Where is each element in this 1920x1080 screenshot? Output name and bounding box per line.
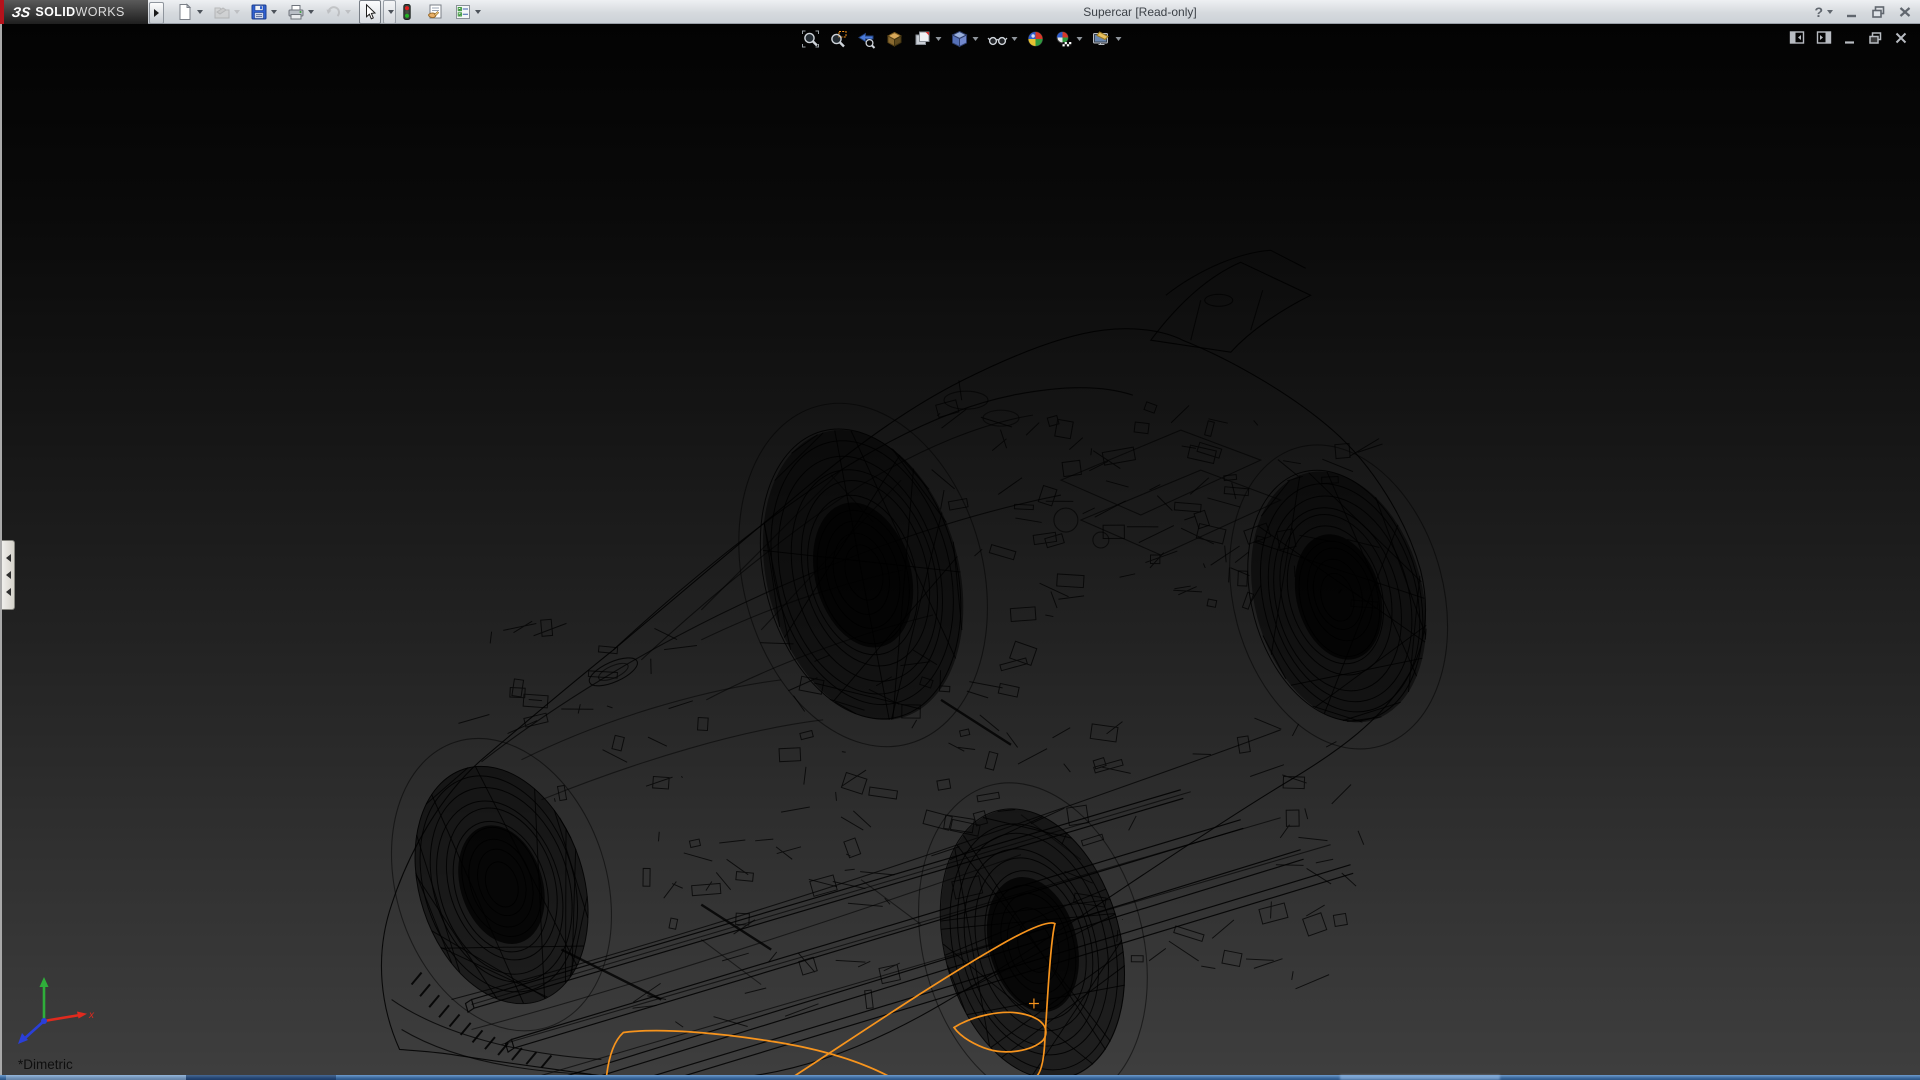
- orientation-triad: x: [6, 955, 98, 1047]
- titlebar-right-controls: ?: [1814, 0, 1912, 24]
- restore-button[interactable]: [1871, 5, 1886, 19]
- file-properties-icon: [426, 3, 444, 21]
- minimize-button[interactable]: [1845, 5, 1859, 19]
- pane-left-toggle[interactable]: [1789, 30, 1805, 45]
- help-label: ?: [1814, 4, 1823, 20]
- previous-view-icon: [857, 29, 877, 49]
- taskbar-segment: [6, 1075, 186, 1080]
- chevron-down-icon[interactable]: [475, 10, 481, 14]
- windows-taskbar-sliver[interactable]: [0, 1075, 1920, 1080]
- save-floppy-icon: [250, 3, 268, 21]
- open-folder-icon: [213, 3, 231, 21]
- new-document-icon: [176, 3, 194, 21]
- chevron-down-icon[interactable]: [197, 10, 203, 14]
- solidworks-logo: ЗS SOLIDWORKS: [4, 0, 148, 24]
- taskbar-glow: [1340, 1075, 1500, 1080]
- window-controls: [1845, 5, 1912, 19]
- zoom-to-fit-icon: [801, 29, 821, 49]
- file-properties-button[interactable]: [424, 0, 446, 24]
- title-bar: ЗS SOLIDWORKS: [0, 0, 1920, 24]
- view-orientation-button[interactable]: [948, 28, 981, 50]
- chevron-left-icon: [6, 554, 11, 562]
- scene-ball-icon: [1054, 29, 1074, 49]
- heads-up-view-toolbar: [799, 27, 1124, 51]
- feature-pane-expand-tab[interactable]: [2, 540, 15, 610]
- zoom-to-area-icon: [829, 29, 849, 49]
- pane-right-toggle[interactable]: [1816, 30, 1832, 45]
- select-cursor-icon: [361, 3, 379, 21]
- doc-close-button[interactable]: [1894, 31, 1908, 45]
- appearance-ball-icon: [1026, 29, 1046, 49]
- view-orientation-label: *Dimetric: [18, 1057, 73, 1072]
- chevron-down-icon[interactable]: [234, 10, 240, 14]
- undo-button[interactable]: [322, 0, 353, 24]
- view-settings-button[interactable]: [1089, 28, 1124, 50]
- window-title: Supercar [Read-only]: [990, 0, 1290, 24]
- chevron-down-icon: [388, 10, 394, 14]
- x-axis: [44, 1015, 80, 1021]
- previous-view-button[interactable]: [855, 28, 879, 50]
- chevron-down-icon[interactable]: [1077, 37, 1083, 41]
- section-view-icon: [885, 29, 905, 49]
- menu-flyout-expander[interactable]: [149, 2, 164, 24]
- edit-appearance-button[interactable]: [1024, 28, 1048, 50]
- view-cube-icon: [950, 29, 970, 49]
- wheel-wireframe: [1221, 450, 1453, 743]
- section-view-button[interactable]: [883, 28, 907, 50]
- hide-show-items-button[interactable]: [985, 28, 1020, 50]
- brand-name-bold: SOLID: [35, 5, 75, 19]
- zoom-to-area-button[interactable]: [827, 28, 851, 50]
- help-button[interactable]: ?: [1814, 4, 1833, 20]
- rebuild-button[interactable]: [396, 0, 418, 24]
- document-window-controls: [1789, 30, 1908, 45]
- generated-wire-detail: [386, 380, 1453, 1075]
- triad-origin: [41, 1018, 47, 1024]
- open-document-button[interactable]: [211, 0, 242, 24]
- print-icon: [287, 3, 305, 21]
- new-document-button[interactable]: [174, 0, 205, 24]
- wheel-wireframe: [730, 406, 994, 743]
- quick-access-toolbar: [174, 1, 483, 23]
- supercar-wireframe-model[interactable]: [2, 24, 1920, 1075]
- chevron-down-icon[interactable]: [1116, 37, 1122, 41]
- chevron-down-icon[interactable]: [308, 10, 314, 14]
- view-settings-icon: [1091, 29, 1113, 49]
- doc-restore-button[interactable]: [1868, 31, 1883, 45]
- select-tool-dropdown[interactable]: [383, 0, 396, 24]
- apply-scene-button[interactable]: [1052, 28, 1085, 50]
- doc-minimize-button[interactable]: [1843, 31, 1857, 45]
- chevron-down-icon[interactable]: [936, 37, 942, 41]
- wheel-wireframe: [386, 743, 617, 1026]
- select-tool-button[interactable]: [359, 0, 381, 24]
- chevron-down-icon[interactable]: [1827, 10, 1833, 14]
- chevron-down-icon[interactable]: [271, 10, 277, 14]
- display-style-icon: [913, 29, 933, 49]
- eyeglasses-icon: [987, 29, 1009, 49]
- z-axis-arrowhead: [18, 1033, 28, 1044]
- chevron-down-icon[interactable]: [345, 10, 351, 14]
- close-button[interactable]: [1898, 5, 1912, 19]
- x-axis-label: x: [88, 1010, 95, 1021]
- y-axis-arrowhead: [40, 977, 49, 987]
- display-style-button[interactable]: [911, 28, 944, 50]
- chevron-left-icon: [6, 588, 11, 596]
- save-button[interactable]: [248, 0, 279, 24]
- graphics-area[interactable]: x *Dimetric: [0, 24, 1920, 1075]
- undo-arrow-icon: [324, 3, 342, 21]
- brand-name-light: WORKS: [76, 5, 125, 19]
- x-axis-arrowhead: [77, 1012, 87, 1019]
- chevron-left-icon: [6, 571, 11, 579]
- options-button[interactable]: [452, 0, 483, 24]
- print-button[interactable]: [285, 0, 316, 24]
- chevron-down-icon[interactable]: [1012, 37, 1018, 41]
- solidworks-logo-glyph: ЗS: [11, 4, 32, 20]
- z-axis: [24, 1021, 44, 1039]
- chevron-down-icon[interactable]: [973, 37, 979, 41]
- chevron-right-icon: [154, 9, 159, 17]
- traffic-light-icon: [398, 3, 416, 21]
- zoom-to-fit-button[interactable]: [799, 28, 823, 50]
- options-icon: [454, 3, 472, 21]
- taskbar-segment: [186, 1075, 336, 1080]
